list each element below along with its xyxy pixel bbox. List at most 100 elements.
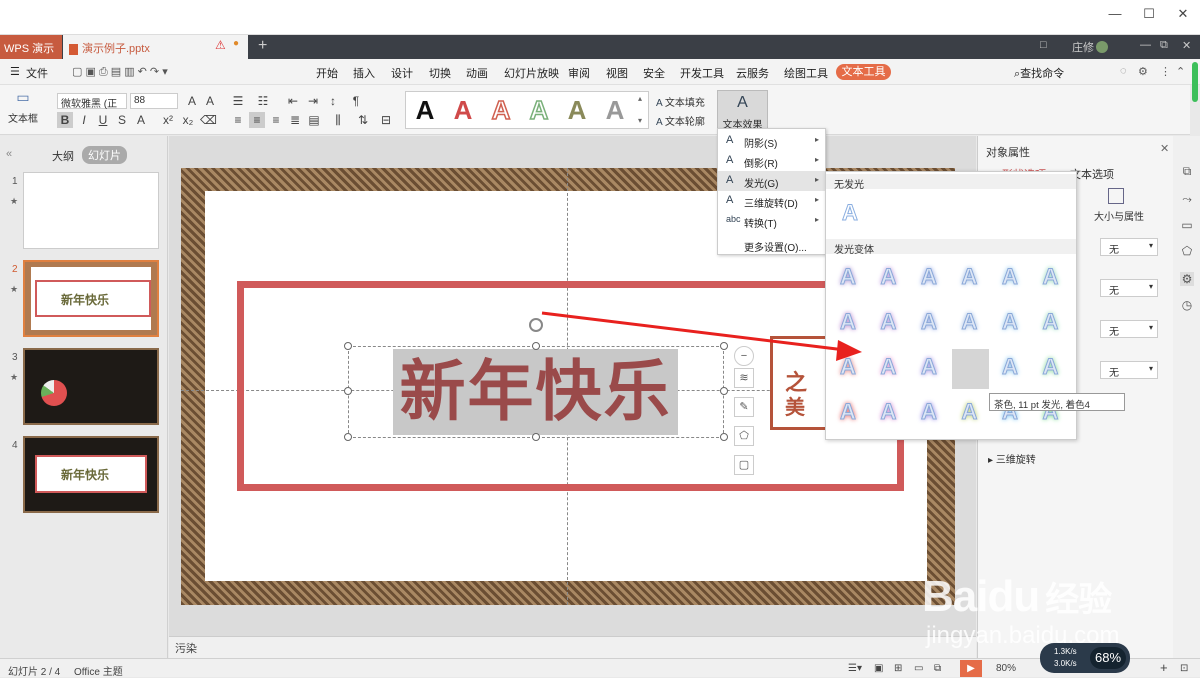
- layers-icon[interactable]: ≋: [734, 368, 754, 388]
- size-attr-tab[interactable]: 大小与属性: [1094, 208, 1144, 223]
- resize-handle[interactable]: [720, 387, 728, 395]
- menu-drawing-tools[interactable]: 绘图工具: [784, 65, 828, 81]
- tab-close-button[interactable]: ✕: [1182, 39, 1191, 52]
- indent-icon[interactable]: ⇥: [305, 93, 321, 109]
- glow-variant-option[interactable]: A: [834, 397, 862, 427]
- menu-start[interactable]: 开始: [316, 65, 338, 81]
- slide-title[interactable]: 新年快乐: [393, 349, 678, 435]
- rotate-handle[interactable]: [529, 318, 543, 332]
- gallery-scroll-up-icon[interactable]: ▴: [638, 94, 642, 103]
- presenter-view-icon[interactable]: ⧉: [934, 663, 941, 674]
- resize-handle[interactable]: [532, 342, 540, 350]
- slide-thumbnail-3[interactable]: [23, 348, 159, 425]
- italic-button[interactable]: I: [76, 112, 92, 128]
- normal-view-icon[interactable]: ▣: [874, 663, 883, 674]
- superscript-button[interactable]: x²: [160, 112, 176, 128]
- avatar[interactable]: [1096, 41, 1108, 53]
- glow-variant-option[interactable]: A: [834, 352, 862, 382]
- glow-variant-option[interactable]: A: [915, 262, 943, 292]
- close-panel-icon[interactable]: ✕: [1160, 142, 1169, 155]
- more-icon[interactable]: ⋮: [1160, 65, 1171, 78]
- distribute-icon[interactable]: ▤: [306, 112, 322, 128]
- collapse-ribbon-icon[interactable]: ⌃: [1176, 65, 1185, 78]
- minus-icon[interactable]: −: [734, 346, 754, 366]
- outdent-icon[interactable]: ⇤: [285, 93, 301, 109]
- shape-icon[interactable]: ⬠: [1180, 244, 1194, 258]
- bullet-list-icon[interactable]: ☰: [230, 93, 246, 109]
- minimize-button[interactable]: —: [1104, 6, 1126, 24]
- glow-variant-option[interactable]: A: [996, 307, 1024, 337]
- textbox-button[interactable]: ▭ 文本框: [8, 89, 38, 125]
- slide-thumbnail-4[interactable]: 新年快乐: [23, 436, 159, 513]
- menu-item-shadow[interactable]: A 阴影(S) ▸: [718, 131, 825, 151]
- notes-area[interactable]: 污染: [169, 636, 976, 658]
- text-fill-button[interactable]: A 文本填充: [656, 94, 705, 109]
- glow-variant-option[interactable]: A: [915, 397, 943, 427]
- bold-button[interactable]: B: [57, 112, 73, 128]
- slide-thumbnail-2[interactable]: 新年快乐: [23, 260, 159, 337]
- share-icon[interactable]: ⤳: [1180, 192, 1194, 206]
- frame-icon[interactable]: ▢: [734, 455, 754, 475]
- style-a-red[interactable]: A: [450, 96, 476, 124]
- menu-item-3d-rotation[interactable]: A 三维旋转(D) ▸: [718, 191, 825, 211]
- align-text-icon[interactable]: ⊟: [378, 112, 394, 128]
- none-select[interactable]: 无 ▾: [1100, 320, 1158, 338]
- search-command[interactable]: ⌕查找命令: [1014, 65, 1064, 81]
- reading-view-icon[interactable]: ▭: [914, 663, 923, 674]
- glow-variant-option[interactable]: A: [1037, 307, 1065, 337]
- gear-icon[interactable]: ⚙: [1138, 65, 1148, 78]
- justify-icon[interactable]: ≣: [287, 112, 303, 128]
- text-outline-button[interactable]: A 文本轮廓: [656, 113, 705, 128]
- glow-variant-option[interactable]: A: [996, 352, 1024, 382]
- file-menu[interactable]: 文件: [26, 65, 48, 81]
- maximize-button[interactable]: ☐: [1138, 6, 1160, 24]
- tab-restore-button[interactable]: ⧉: [1160, 39, 1168, 52]
- none-select[interactable]: 无 ▾: [1100, 361, 1158, 379]
- tablet-icon[interactable]: □: [1040, 39, 1047, 51]
- glow-variant-option[interactable]: A: [834, 262, 862, 292]
- resize-handle[interactable]: [344, 387, 352, 395]
- menu-item-transform[interactable]: abc 转换(T) ▸: [718, 211, 825, 231]
- size-icon[interactable]: [1108, 188, 1124, 204]
- menu-transition[interactable]: 切换: [429, 65, 451, 81]
- copy-icon[interactable]: ⧉: [1180, 164, 1194, 178]
- menu-security[interactable]: 安全: [643, 65, 665, 81]
- eraser-icon[interactable]: ⌫: [200, 112, 217, 128]
- align-left-icon[interactable]: ≡: [230, 112, 246, 128]
- menu-design[interactable]: 设计: [391, 65, 413, 81]
- menu-animation[interactable]: 动画: [466, 65, 488, 81]
- glow-variant-option[interactable]: A: [915, 307, 943, 337]
- shrink-font-icon[interactable]: A: [202, 93, 218, 109]
- menu-insert[interactable]: 插入: [353, 65, 375, 81]
- resize-handle[interactable]: [344, 433, 352, 441]
- new-tab-button[interactable]: +: [258, 37, 267, 55]
- style-a-outline-red[interactable]: A: [488, 95, 514, 125]
- glow-variant-option[interactable]: A: [1037, 262, 1065, 292]
- text-effect-button[interactable]: A 文本效果: [717, 90, 768, 132]
- resize-handle[interactable]: [532, 433, 540, 441]
- line-spacing-icon[interactable]: ↕: [325, 93, 341, 109]
- fit-window-icon[interactable]: ⊡: [1180, 663, 1188, 674]
- style-a-outline-green[interactable]: A: [526, 95, 552, 125]
- paragraph-icon[interactable]: ¶: [348, 93, 364, 109]
- app-tab[interactable]: WPS 演示: [0, 35, 62, 59]
- zoom-level[interactable]: 80%: [996, 663, 1016, 674]
- underline-button[interactable]: U: [95, 112, 111, 128]
- history-icon[interactable]: ◷: [1180, 298, 1194, 312]
- glow-variant-option[interactable]: A: [875, 397, 903, 427]
- sorter-view-icon[interactable]: ⊞: [894, 663, 902, 674]
- glow-variant-option[interactable]: A: [956, 262, 984, 292]
- menu-view[interactable]: 视图: [606, 65, 628, 81]
- glow-variant-option[interactable]: A: [996, 262, 1024, 292]
- font-name-select[interactable]: 微软雅黑 (正文: [57, 93, 127, 125]
- glow-variant-option[interactable]: A: [956, 307, 984, 337]
- glow-variant-option[interactable]: A: [875, 352, 903, 382]
- zoom-in-icon[interactable]: +: [1160, 660, 1168, 675]
- slide-thumbnail-1[interactable]: [23, 172, 159, 249]
- gallery-more-icon[interactable]: ▾: [638, 116, 642, 125]
- user-name[interactable]: 庄修: [1072, 39, 1094, 55]
- none-select[interactable]: 无 ▾: [1100, 279, 1158, 297]
- hamburger-icon[interactable]: ☰: [10, 65, 20, 78]
- shadow-s-button[interactable]: S: [114, 112, 130, 128]
- text-direction-icon[interactable]: ⇅: [355, 112, 371, 128]
